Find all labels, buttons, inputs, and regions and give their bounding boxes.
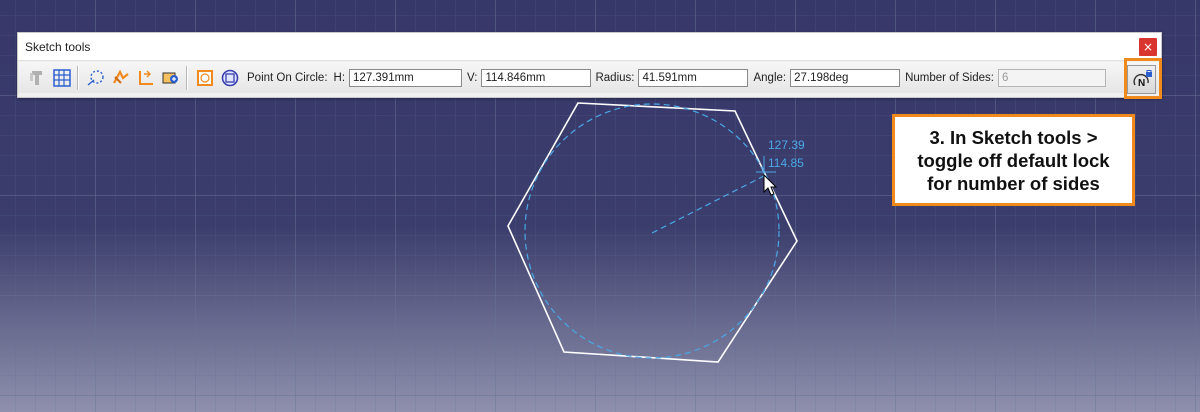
angle-field[interactable]: 27.198deg [790,68,901,87]
toolbar-separator [186,65,187,90]
instruction-text: 3. In Sketch tools > toggle off default … [917,126,1110,194]
lock-highlight-box [1124,58,1162,99]
point-on-circle-label: Point On Circle: [247,71,328,84]
radius-label: Radius: [595,71,635,84]
auto-dimension-icon[interactable] [160,67,182,89]
instruction-callout: 3. In Sketch tools > toggle off default … [892,114,1135,206]
angle-label: Angle: [753,71,787,84]
construction-element-icon[interactable] [85,67,107,89]
snap-to-point-icon[interactable] [26,67,48,89]
inscribed-polygon-icon[interactable] [219,67,241,89]
close-icon: × [1142,40,1154,54]
close-button[interactable]: × [1139,38,1157,56]
h-label: H: [333,71,346,84]
toolbar-separator [77,65,78,90]
v-field[interactable]: 114.846mm [481,68,592,87]
sketch-tools-toolbar: Sketch tools × Point On Circle: H: 127.3… [17,32,1162,98]
toolbar-row: Point On Circle: H: 127.391mm V: 114.846… [18,62,1161,93]
geometric-constraints-icon[interactable] [110,67,132,89]
h-field[interactable]: 127.391mm [349,68,463,87]
construction-circle[interactable] [524,103,780,359]
toolbar-titlebar[interactable]: Sketch tools × [18,33,1161,61]
circumscribed-polygon-icon[interactable] [194,67,216,89]
coordinate-v-readout: 114.85 [768,156,804,170]
toolbar-title: Sketch tools [25,40,91,54]
radius-construction-line [651,175,765,234]
number-of-sides-label: Number of Sides: [905,71,994,84]
grid-icon[interactable] [51,67,73,89]
coordinate-h-readout: 127.39 [768,138,805,152]
radius-field[interactable]: 41.591mm [638,68,749,87]
number-of-sides-field[interactable]: 6 [997,68,1106,87]
v-label: V: [467,71,478,84]
dimensional-constraints-icon[interactable] [135,67,157,89]
